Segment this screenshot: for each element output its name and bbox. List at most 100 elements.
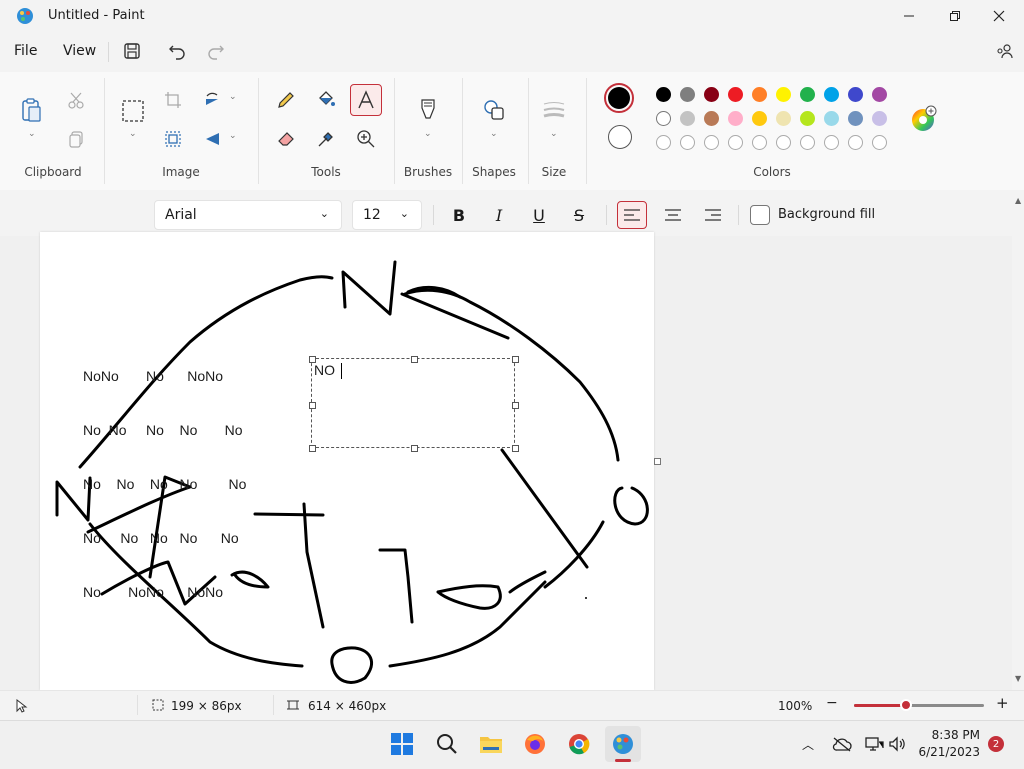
eraser-button[interactable] — [272, 125, 300, 153]
custom-color-slot[interactable] — [848, 135, 863, 150]
color-swatch[interactable] — [728, 111, 743, 126]
color-swatch[interactable] — [752, 111, 767, 126]
font-family-dropdown[interactable]: Arial ⌄ — [154, 200, 342, 230]
flip-chevron-down-icon[interactable]: ⌄ — [229, 131, 237, 141]
custom-color-slot[interactable] — [776, 135, 791, 150]
custom-color-slot[interactable] — [656, 135, 671, 150]
brushes-chevron-down-icon[interactable]: ⌄ — [424, 129, 432, 139]
custom-color-slot[interactable] — [872, 135, 887, 150]
start-button[interactable] — [384, 726, 420, 762]
custom-color-slot[interactable] — [728, 135, 743, 150]
zoom-slider-thumb[interactable] — [900, 699, 912, 711]
paint-taskbar-button[interactable] — [605, 726, 641, 762]
firefox-button[interactable] — [517, 726, 553, 762]
volume-icon[interactable] — [888, 736, 906, 752]
custom-color-slot[interactable] — [800, 135, 815, 150]
paste-chevron-down-icon[interactable]: ⌄ — [28, 129, 36, 139]
menu-file[interactable]: File — [14, 43, 37, 59]
color-swatch[interactable] — [824, 111, 839, 126]
color-swatch[interactable] — [656, 87, 671, 102]
background-fill-checkbox[interactable] — [750, 205, 770, 225]
crop-button[interactable] — [159, 86, 187, 114]
resize-handle[interactable] — [309, 445, 316, 452]
align-right-button[interactable] — [698, 201, 728, 229]
color-swatch[interactable] — [704, 87, 719, 102]
resize-handle[interactable] — [512, 356, 519, 363]
color-swatch[interactable] — [752, 87, 767, 102]
scroll-up-icon[interactable]: ▲ — [1015, 196, 1021, 205]
active-text-box[interactable]: NO — [309, 356, 519, 452]
font-size-dropdown[interactable]: 12 ⌄ — [352, 200, 422, 230]
size-chevron-down-icon[interactable]: ⌄ — [550, 129, 558, 139]
file-explorer-button[interactable] — [473, 726, 509, 762]
rotate-chevron-down-icon[interactable]: ⌄ — [229, 92, 237, 102]
flip-button[interactable] — [198, 125, 226, 153]
custom-color-slot[interactable] — [824, 135, 839, 150]
zoom-in-button[interactable]: + — [996, 694, 1009, 712]
text-tool-button[interactable] — [350, 84, 382, 116]
maximize-button[interactable] — [932, 0, 978, 32]
search-button[interactable] — [429, 726, 465, 762]
resize-handle[interactable] — [512, 402, 519, 409]
canvas-resize-handle[interactable] — [654, 458, 661, 465]
paste-button[interactable] — [18, 96, 46, 124]
zoom-out-button[interactable]: − — [826, 695, 838, 711]
resize-handle[interactable] — [512, 445, 519, 452]
zoom-slider[interactable] — [854, 699, 984, 711]
clock-time[interactable]: 8:38 PM — [916, 728, 980, 742]
save-button[interactable] — [121, 40, 143, 62]
resize-handle[interactable] — [309, 402, 316, 409]
cloud-offline-icon[interactable] — [832, 736, 852, 752]
underline-button[interactable]: U — [524, 201, 554, 229]
vertical-scrollbar[interactable]: ▲ ▼ — [1012, 190, 1024, 690]
chrome-button[interactable] — [561, 726, 597, 762]
bold-button[interactable]: B — [444, 201, 474, 229]
color-swatch[interactable] — [656, 111, 671, 126]
cut-button[interactable] — [62, 86, 90, 114]
shapes-button[interactable] — [480, 96, 508, 124]
color-picker-button[interactable] — [312, 125, 340, 153]
color-swatch[interactable] — [824, 87, 839, 102]
redo-button[interactable] — [205, 40, 227, 62]
select-button[interactable] — [119, 97, 147, 125]
menu-view[interactable]: View — [63, 43, 96, 59]
size-button[interactable] — [540, 96, 568, 124]
minimize-button[interactable] — [886, 0, 932, 32]
show-hidden-icons-button[interactable]: ︿ — [802, 736, 814, 753]
color-swatch[interactable] — [872, 87, 887, 102]
select-chevron-down-icon[interactable]: ⌄ — [129, 129, 137, 139]
color-swatch[interactable] — [776, 87, 791, 102]
notification-badge[interactable]: 2 — [988, 736, 1004, 752]
undo-button[interactable] — [166, 40, 188, 62]
resize-handle[interactable] — [309, 356, 316, 363]
shapes-chevron-down-icon[interactable]: ⌄ — [490, 129, 498, 139]
resize-handle[interactable] — [411, 445, 418, 452]
color-swatch[interactable] — [848, 87, 863, 102]
copy-button[interactable] — [62, 125, 90, 153]
align-left-button[interactable] — [617, 201, 647, 229]
close-button[interactable] — [976, 0, 1022, 32]
pencil-button[interactable] — [272, 86, 300, 114]
custom-color-slot[interactable] — [752, 135, 767, 150]
color-swatch[interactable] — [872, 111, 887, 126]
drawing-canvas[interactable]: NoNo No NoNo No No No No No No No No No … — [40, 232, 654, 690]
custom-color-slot[interactable] — [704, 135, 719, 150]
color-swatch[interactable] — [680, 87, 695, 102]
color-swatch[interactable] — [728, 87, 743, 102]
italic-button[interactable]: I — [484, 201, 514, 229]
rotate-button[interactable] — [198, 86, 226, 114]
color-swatch[interactable] — [800, 111, 815, 126]
network-icon[interactable] — [864, 736, 884, 752]
edit-colors-button[interactable] — [910, 104, 938, 132]
color-swatch[interactable] — [704, 111, 719, 126]
color-swatch[interactable] — [848, 111, 863, 126]
color-swatch[interactable] — [800, 87, 815, 102]
magnifier-button[interactable] — [352, 125, 380, 153]
strikethrough-button[interactable]: S — [564, 201, 594, 229]
primary-color-button[interactable] — [604, 83, 634, 113]
scroll-down-icon[interactable]: ▼ — [1015, 674, 1021, 683]
color-swatch[interactable] — [680, 111, 695, 126]
clock-date[interactable]: 6/21/2023 — [906, 745, 980, 759]
custom-color-slot[interactable] — [680, 135, 695, 150]
account-button[interactable] — [993, 40, 1015, 62]
